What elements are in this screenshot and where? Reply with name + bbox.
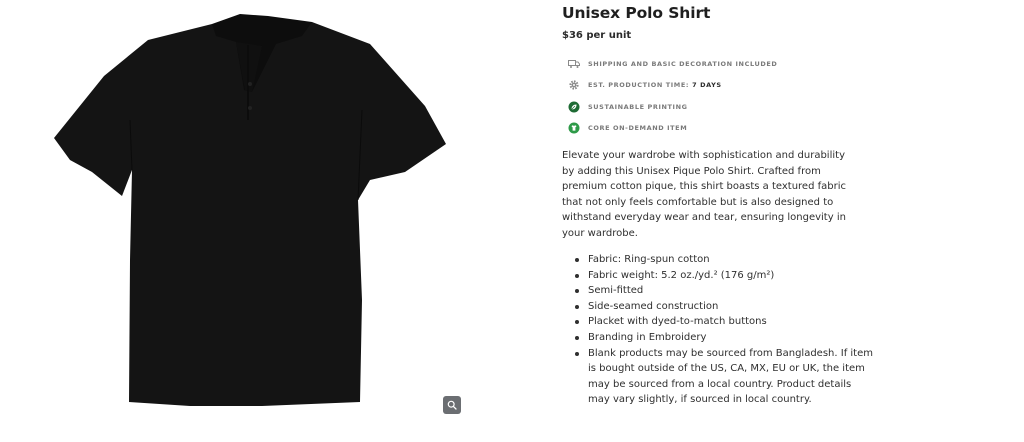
leaf-icon xyxy=(568,101,580,113)
spec-item: Blank products may be sourced from Bangl… xyxy=(575,346,873,408)
feature-production-time: Est. production time: 7 days xyxy=(568,75,777,97)
feature-label: Sustainable printing xyxy=(588,102,688,111)
gear-icon xyxy=(568,79,580,91)
spec-item: Fabric: Ring-spun cotton xyxy=(575,252,873,268)
production-time-value: 7 days xyxy=(692,81,722,90)
shirt-badge-icon xyxy=(568,122,580,134)
product-description: Elevate your wardrobe with sophisticatio… xyxy=(562,150,846,239)
spec-item: Side-seamed construction xyxy=(575,299,873,315)
spec-item: Placket with dyed-to-match buttons xyxy=(575,314,873,330)
spec-list: Fabric: Ring-spun cotton Fabric weight: … xyxy=(562,252,873,408)
feature-label: Est. production time: xyxy=(588,81,690,90)
feature-list: Shipping and basic decoration included E… xyxy=(568,53,777,139)
feature-shipping: Shipping and basic decoration included xyxy=(568,53,777,75)
product-page: Unisex Polo Shirt $36 per unit Shipping … xyxy=(0,0,1024,442)
product-price: $36 per unit xyxy=(562,30,632,41)
feature-label: Core on-demand item xyxy=(588,124,688,133)
product-title: Unisex Polo Shirt xyxy=(562,4,711,22)
truck-icon xyxy=(568,58,580,70)
feature-core-item: Core on-demand item xyxy=(568,118,777,140)
product-image-area xyxy=(40,0,480,420)
spec-item: Fabric weight: 5.2 oz./yd.² (176 g/m²) xyxy=(575,268,873,284)
feature-sustainable: Sustainable printing xyxy=(568,96,777,118)
spec-item: Branding in Embroidery xyxy=(575,330,873,346)
product-image-polo-shirt[interactable] xyxy=(40,0,480,420)
magnifier-icon xyxy=(447,400,457,410)
zoom-button[interactable] xyxy=(443,396,461,414)
feature-label: Shipping and basic decoration included xyxy=(588,59,778,68)
spec-item: Semi-fitted xyxy=(575,283,873,299)
